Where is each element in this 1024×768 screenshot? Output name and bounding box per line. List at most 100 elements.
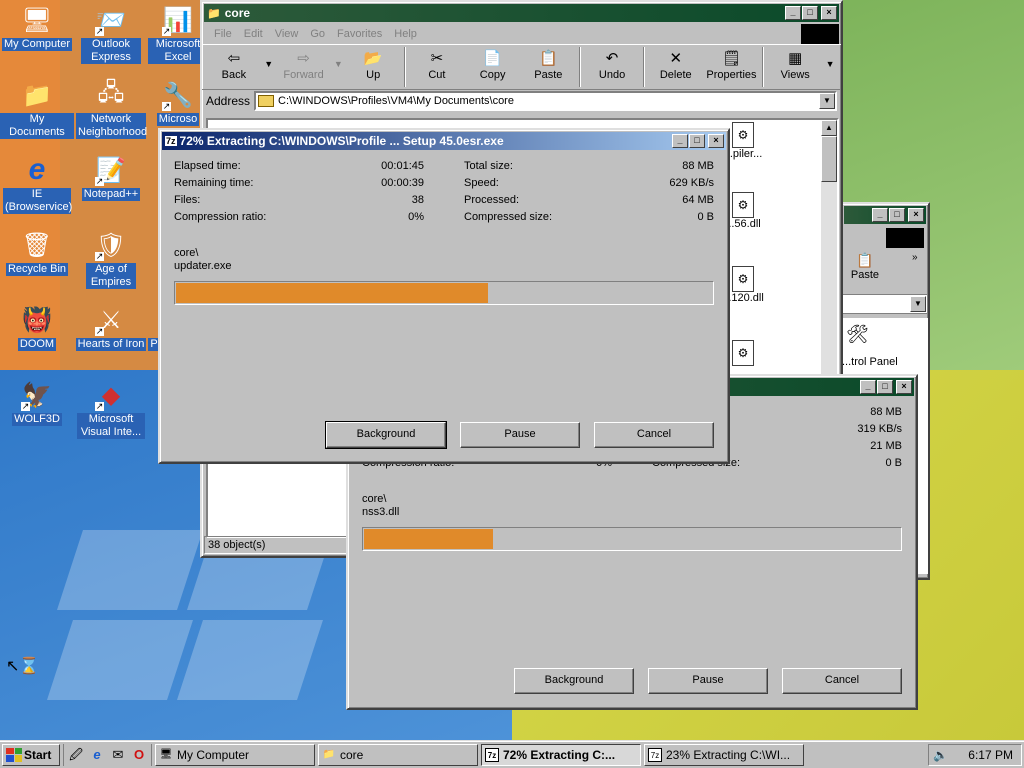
current-directory: core\ bbox=[174, 247, 199, 259]
volume-icon[interactable]: 🔈 bbox=[933, 748, 948, 762]
close-icon[interactable]: × bbox=[821, 6, 837, 20]
back-arrow-icon: ⇦ bbox=[227, 50, 241, 67]
dll-file-icon: ⚙ bbox=[732, 192, 754, 218]
minimize-icon[interactable]: _ bbox=[672, 134, 688, 148]
maximize-icon[interactable]: □ bbox=[802, 6, 818, 20]
up-button[interactable]: 📂 Up bbox=[345, 47, 401, 81]
task-core[interactable]: 📁 core bbox=[318, 743, 478, 766]
folder-icon: 📁 bbox=[22, 81, 52, 109]
cut-button[interactable]: ✂ Cut bbox=[409, 47, 465, 81]
desktop-icon-my-documents[interactable]: 📁 My Documents bbox=[0, 79, 74, 139]
quick-launch: 🖉 e ✉ O bbox=[63, 743, 152, 766]
pause-button[interactable]: Pause bbox=[460, 422, 580, 448]
scroll-thumb[interactable] bbox=[821, 136, 837, 182]
desktop-icon-label: Microsoft Excel bbox=[148, 38, 208, 64]
start-button[interactable]: Start bbox=[2, 743, 60, 766]
chevron-down-icon: ▼ bbox=[825, 59, 835, 69]
menu-view[interactable]: View bbox=[269, 28, 305, 40]
task-extracting-23[interactable]: 7z 23% Extracting C:\WI... bbox=[644, 743, 804, 766]
desktop-icon-age-of-empires[interactable]: 🛡 Age of Empires bbox=[74, 229, 148, 289]
desktop-icon-visual-interdev[interactable]: ◆ Microsoft Visual Inte... bbox=[74, 379, 148, 439]
close-icon[interactable]: × bbox=[908, 208, 924, 222]
menu-help[interactable]: Help bbox=[388, 28, 423, 40]
maximize-icon[interactable]: □ bbox=[889, 208, 905, 222]
menu-edit[interactable]: Edit bbox=[238, 28, 269, 40]
desktop-icon-hearts-of-iron[interactable]: ⚔ Hearts of Iron bbox=[74, 304, 148, 351]
back-dropdown[interactable]: ▼ bbox=[262, 47, 276, 69]
minimize-icon[interactable]: _ bbox=[860, 380, 876, 394]
internet-explorer-icon[interactable]: e bbox=[88, 746, 106, 764]
scroll-up-icon[interactable]: ▲ bbox=[821, 120, 837, 136]
pause-button[interactable]: Pause bbox=[648, 668, 768, 694]
menu-go[interactable]: Go bbox=[304, 28, 331, 40]
opera-icon[interactable]: O bbox=[130, 746, 148, 764]
toolbar-chevron-icon[interactable]: » bbox=[912, 252, 918, 263]
maximize-icon[interactable]: □ bbox=[877, 380, 893, 394]
extract-dialog-front[interactable]: 7z 72% Extracting C:\WINDOWS\Profile ...… bbox=[158, 128, 730, 464]
desktop-icon-microso[interactable]: 🔧 Microso bbox=[148, 79, 208, 126]
desktop-icon-network-neighborhood[interactable]: 🖧 Network Neighborhood bbox=[74, 79, 148, 139]
chevron-down-icon[interactable]: ▼ bbox=[819, 93, 835, 109]
wolf3d-icon: 🦅 bbox=[21, 379, 53, 411]
address-input[interactable]: C:\WINDOWS\Profiles\VM4\My Documents\cor… bbox=[254, 91, 837, 111]
menu-favorites[interactable]: Favorites bbox=[331, 28, 388, 40]
background-button[interactable]: Background bbox=[325, 421, 447, 449]
cancel-button[interactable]: Cancel bbox=[782, 668, 902, 694]
desktop-icon-wolf3d[interactable]: 🦅 WOLF3D bbox=[0, 379, 74, 426]
control-panel-titlebar[interactable]: _ □ × bbox=[844, 206, 926, 224]
progress-fill bbox=[364, 529, 494, 549]
views-dropdown[interactable]: ▼ bbox=[823, 47, 837, 69]
control-panel-item-label[interactable]: ...trol Panel bbox=[842, 356, 898, 368]
delete-button[interactable]: ✕ Delete bbox=[648, 47, 704, 81]
show-desktop-icon[interactable]: 🖉 bbox=[67, 746, 85, 764]
desktop-icon-doom[interactable]: 👹 DOOM bbox=[0, 304, 74, 351]
desktop-icon-recycle-bin[interactable]: 🗑 Recycle Bin bbox=[0, 229, 74, 276]
background-button[interactable]: Background bbox=[514, 668, 634, 694]
chevron-down-icon: ▼ bbox=[264, 59, 274, 69]
copy-button[interactable]: 📄 Copy bbox=[465, 47, 521, 81]
paste-label: Paste bbox=[534, 69, 563, 81]
dll-file-icon: ⚙ bbox=[732, 122, 754, 148]
clock[interactable]: 6:17 PM bbox=[968, 748, 1013, 762]
paste-button[interactable]: 📋 Paste bbox=[520, 47, 576, 81]
current-file: nss3.dll bbox=[362, 506, 400, 518]
explorer-titlebar[interactable]: 📁 core _ □ × bbox=[204, 4, 839, 22]
desktop-icon-outlook-express[interactable]: 📨 Outlook Express bbox=[74, 4, 148, 64]
age-of-empires-icon: 🛡 bbox=[95, 229, 127, 261]
desktop-icon-ie[interactable]: e IE (Browservice) bbox=[0, 153, 74, 214]
desktop-icon-label: Outlook Express bbox=[81, 38, 141, 64]
menu-file[interactable]: File bbox=[208, 28, 238, 40]
views-button[interactable]: ▦ Views bbox=[767, 47, 823, 81]
7zip-icon: 7z bbox=[648, 747, 662, 762]
desktop-icon-excel[interactable]: 📊 Microsoft Excel bbox=[148, 4, 208, 64]
properties-icon: 🗒 bbox=[721, 50, 741, 67]
desktop-icon-label: My Documents bbox=[0, 113, 74, 139]
chevron-down-icon[interactable]: ▼ bbox=[910, 296, 926, 312]
control-panel-address[interactable]: ▼ bbox=[842, 294, 928, 314]
forward-button[interactable]: ⇨ Forward bbox=[276, 47, 332, 81]
desktop-icon-notepad-plus-plus[interactable]: 📝 Notepad++ bbox=[74, 154, 148, 201]
explorer-toolbar: ⇦ Back ▼ ⇨ Forward ▼ 📂 Up ✂ Cut 📄 Copy 📋 Paste… bbox=[202, 44, 841, 90]
cancel-button[interactable]: Cancel bbox=[594, 422, 714, 448]
undo-button[interactable]: ↶ Undo bbox=[584, 47, 640, 81]
outlook-express-icon: 📨 bbox=[95, 4, 127, 36]
my-computer-icon: 🖥 bbox=[21, 6, 53, 34]
task-my-computer[interactable]: 🖥 My Computer bbox=[155, 743, 315, 766]
desktop-icon-my-computer[interactable]: 🖥 My Computer bbox=[0, 4, 74, 51]
properties-button[interactable]: 🗒 Properties bbox=[704, 47, 760, 81]
processed-value: 64 MB bbox=[682, 194, 714, 206]
elapsed-time-value: 00:01:45 bbox=[381, 160, 424, 172]
close-icon[interactable]: × bbox=[896, 380, 912, 394]
minimize-icon[interactable]: _ bbox=[872, 208, 888, 222]
close-icon[interactable]: × bbox=[708, 134, 724, 148]
desktop-icon-label: Microso bbox=[156, 113, 200, 126]
maximize-icon[interactable]: □ bbox=[689, 134, 705, 148]
outlook-icon[interactable]: ✉ bbox=[109, 746, 127, 764]
minimize-icon[interactable]: _ bbox=[785, 6, 801, 20]
task-extracting-72[interactable]: 7z 72% Extracting C:... bbox=[481, 743, 641, 766]
control-panel-paste-button[interactable]: 📋 Paste bbox=[846, 252, 884, 281]
extract-front-titlebar[interactable]: 7z 72% Extracting C:\WINDOWS\Profile ...… bbox=[162, 132, 726, 150]
forward-dropdown[interactable]: ▼ bbox=[331, 47, 345, 69]
back-button[interactable]: ⇦ Back bbox=[206, 47, 262, 81]
desktop-icon-label: DOOM bbox=[17, 338, 57, 351]
